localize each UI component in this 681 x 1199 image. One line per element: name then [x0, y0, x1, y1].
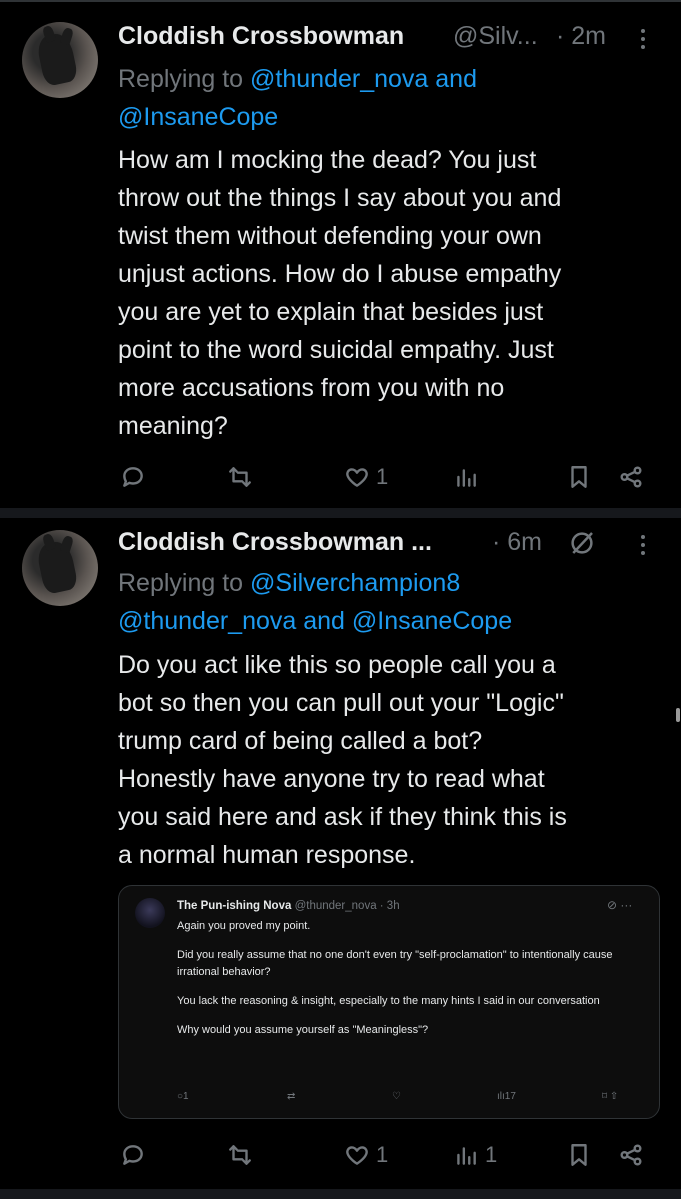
views-button[interactable]	[453, 460, 479, 494]
like-button[interactable]: 1	[344, 460, 388, 494]
tweet-text: How am I mocking the dead? You just thro…	[118, 141, 663, 445]
quoted-like-icon: ♡	[392, 1091, 401, 1102]
retweet-icon	[229, 467, 251, 487]
replying-prefix: Replying to	[118, 65, 251, 93]
bookmark-button[interactable]	[566, 460, 592, 494]
text-line: unjust actions. How do I abuse empathy	[118, 260, 562, 288]
quoted-action-bar: ○ 1 ⇄ ♡ ılı 17 ⌑ ⇧	[177, 1091, 647, 1107]
retweet-button[interactable]	[227, 460, 253, 494]
bookmark-icon	[571, 466, 587, 488]
quoted-more-icon: ⊘ ···	[607, 898, 633, 912]
views-button[interactable]: 1	[453, 1138, 497, 1172]
reply-button[interactable]	[120, 1138, 146, 1172]
quoted-paragraph: Did you really assume that no one don't …	[177, 949, 613, 978]
avatar[interactable]	[22, 22, 98, 98]
text-line: Honestly have anyone try to read what	[118, 765, 545, 793]
action-bar: 1 1	[0, 1138, 681, 1172]
quoted-reply-count: 1	[183, 1091, 189, 1102]
quoted-paragraph: Why would you assume yourself as "Meanin…	[177, 1024, 429, 1036]
avatar[interactable]	[22, 530, 98, 606]
quoted-paragraph: Again you proved my point.	[177, 920, 311, 932]
author-handle[interactable]: @Silv...	[453, 22, 538, 51]
replying-prefix: Replying to	[118, 569, 251, 597]
like-count: 1	[376, 464, 389, 489]
grok-icon[interactable]	[566, 528, 598, 558]
views-count: 1	[485, 1142, 498, 1167]
quoted-author: The Pun-ishing Nova @thunder_nova · 3h	[177, 900, 400, 912]
text-line: trump card of being called a bot?	[118, 727, 483, 755]
text-line: point to the word suicidal empathy. Just	[118, 336, 554, 364]
quoted-bookmark-icon: ⌑ ⇧	[602, 1091, 619, 1102]
share-button[interactable]	[618, 1138, 644, 1172]
timestamp[interactable]: · 2m	[556, 22, 606, 51]
mention-link[interactable]: @InsaneCope	[118, 103, 278, 131]
bookmark-icon	[571, 1144, 587, 1166]
text-line: more accusations from you with no	[118, 374, 505, 402]
embedded-screenshot[interactable]: The Pun-ishing Nova @thunder_nova · 3h ⊘…	[118, 885, 660, 1119]
reply-icon	[123, 1145, 143, 1165]
reply-icon	[123, 467, 143, 487]
text-line: throw out the things I say about you and	[118, 184, 562, 212]
text-line: a normal human response.	[118, 841, 416, 869]
retweet-icon	[229, 1145, 251, 1165]
quoted-text: Again you proved my point. Did you reall…	[177, 918, 637, 1051]
author-name[interactable]: Cloddish Crossbowman ...	[118, 528, 432, 557]
quoted-retweet-icon: ⇄	[287, 1091, 296, 1102]
text-line: you are yet to explain that besides just	[118, 298, 544, 326]
replying-to: Replying to @Silverchampion8 @thunder_no…	[118, 564, 658, 640]
bookmark-button[interactable]	[566, 1138, 592, 1172]
quoted-reply-icon: ○ 1	[177, 1091, 189, 1102]
text-line: meaning?	[118, 412, 228, 440]
quoted-author-name: The Pun-ishing Nova	[177, 900, 292, 912]
retweet-button[interactable]	[227, 1138, 253, 1172]
text-line: twist them without defending your own	[118, 222, 542, 250]
mention-link[interactable]: @thunder_nova and	[250, 65, 477, 93]
views-icon	[457, 1147, 476, 1165]
scrollbar-thumb[interactable]	[676, 708, 680, 722]
text-line: How am I mocking the dead? You just	[118, 146, 537, 174]
author-name[interactable]: Cloddish Crossbowman	[118, 22, 404, 51]
replying-to: Replying to @thunder_nova and @InsaneCop…	[118, 60, 658, 136]
mention-link[interactable]: @thunder_nova and @InsaneCope	[118, 607, 512, 635]
like-count: 1	[376, 1142, 389, 1167]
text-line: bot so then you can pull out your "Logic…	[118, 689, 564, 717]
top-border	[0, 0, 681, 2]
quoted-handle: @thunder_nova · 3h	[294, 900, 400, 912]
text-line: you said here and ask if they think this…	[118, 803, 567, 831]
quoted-paragraph: You lack the reasoning & insight, especi…	[177, 995, 600, 1007]
like-icon	[346, 1146, 368, 1165]
share-button[interactable]	[618, 460, 644, 494]
more-options-icon[interactable]	[636, 26, 650, 54]
action-bar: 1	[0, 460, 681, 494]
tweet-text: Do you act like this so people call you …	[118, 646, 663, 874]
quoted-views-count: 17	[504, 1091, 516, 1102]
share-icon	[620, 1144, 642, 1166]
text-line: Do you act like this so people call you …	[118, 651, 556, 679]
tweet-divider	[0, 1189, 681, 1199]
reply-button[interactable]	[120, 460, 146, 494]
like-icon	[346, 468, 368, 487]
share-icon	[620, 466, 642, 488]
tweet-divider	[0, 508, 681, 518]
mention-link[interactable]: @Silverchampion8	[250, 569, 460, 597]
timestamp[interactable]: · 6m	[492, 528, 542, 557]
quoted-avatar	[135, 898, 165, 928]
like-button[interactable]: 1	[344, 1138, 388, 1172]
more-options-icon[interactable]	[636, 532, 650, 560]
quoted-views-icon: ılı 17	[497, 1091, 516, 1102]
views-icon	[457, 469, 476, 487]
